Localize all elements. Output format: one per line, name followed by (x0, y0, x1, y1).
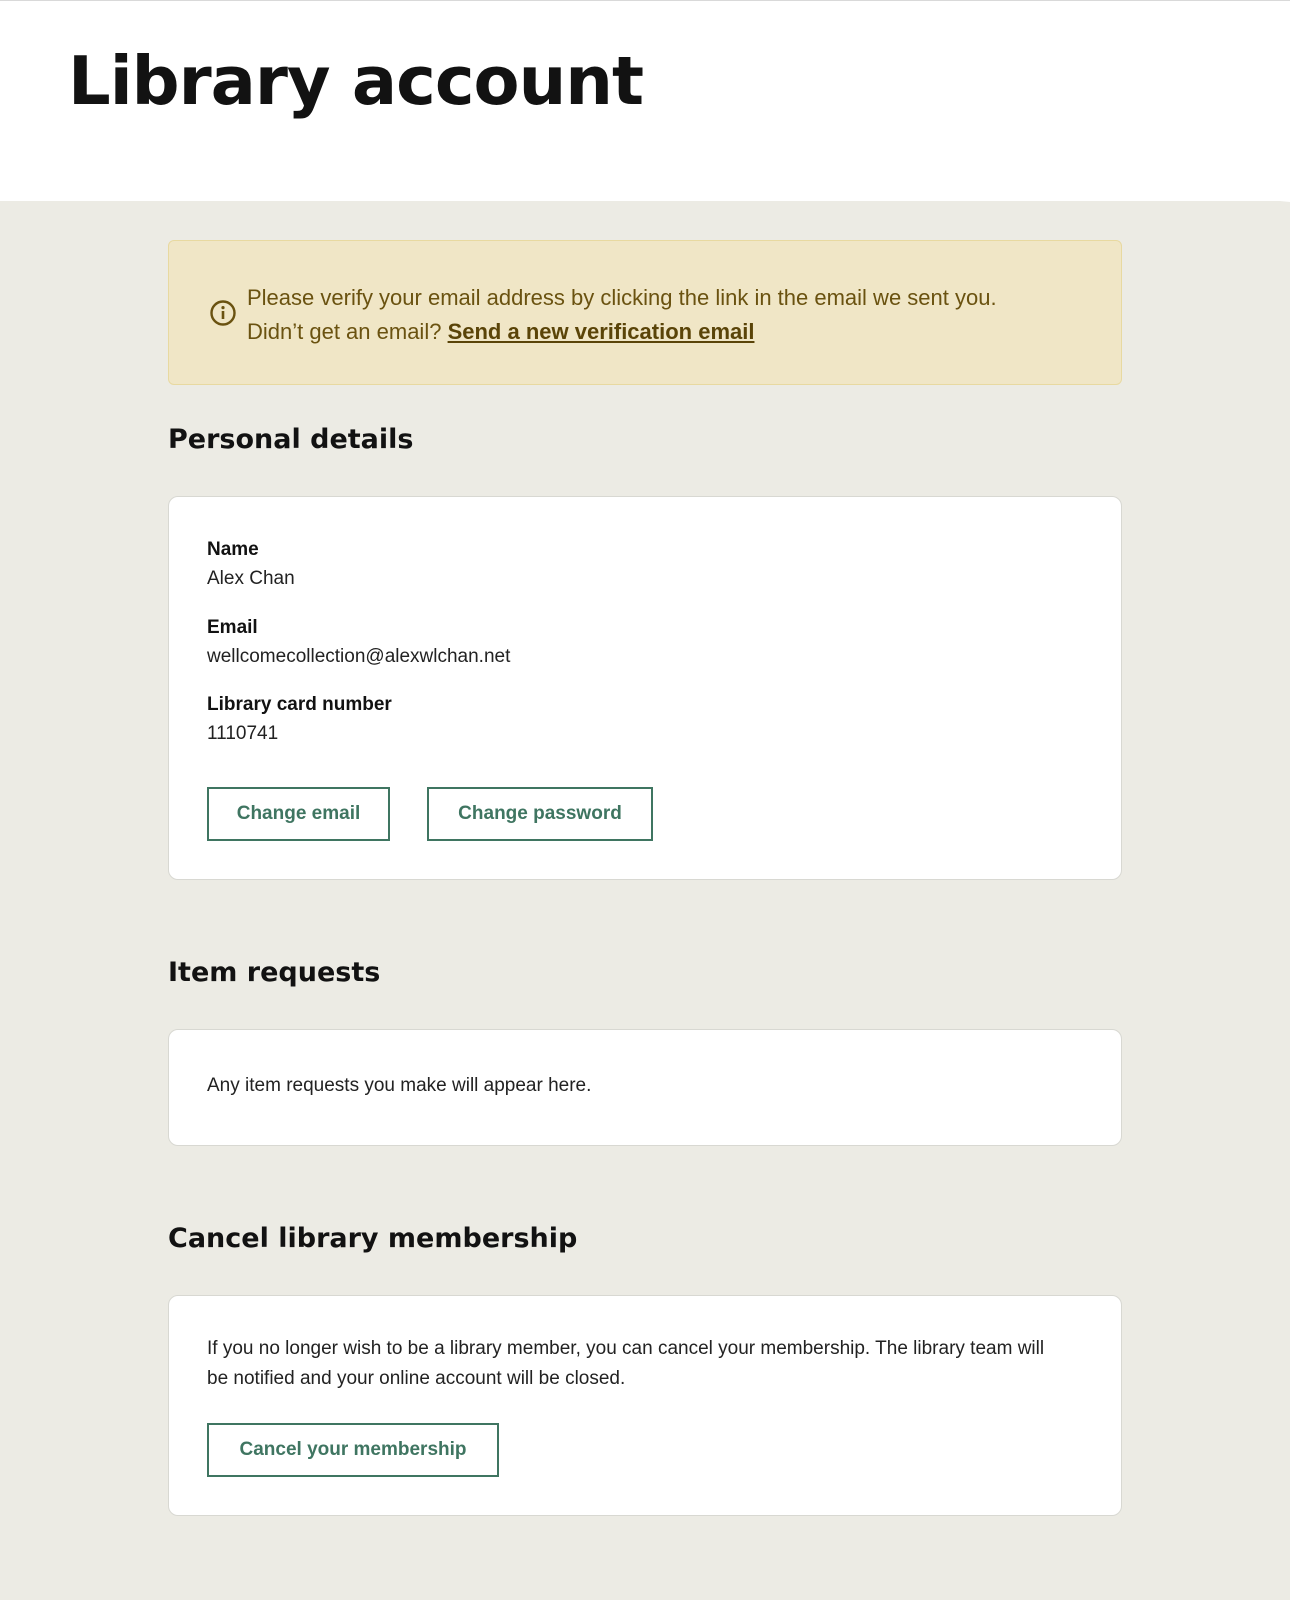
cancel-membership-heading: Cancel library membership (168, 1223, 578, 1254)
header-torn-edge (0, 168, 1290, 202)
notice-line-2: Didn’t get an email? Send a new verifica… (247, 315, 1091, 349)
change-email-button[interactable]: Change email (207, 787, 390, 841)
cancel-membership-button[interactable]: Cancel your membership (207, 1423, 499, 1477)
name-label: Name (207, 539, 259, 560)
notice-line-2-prefix: Didn’t get an email? (247, 319, 442, 344)
personal-details-heading: Personal details (168, 424, 414, 455)
item-requests-card: Any item requests you make will appear h… (168, 1029, 1122, 1146)
library-card-number-value: 1110741 (207, 723, 279, 744)
personal-details-card: Name Alex Chan Email wellcomecollection@… (168, 496, 1122, 880)
email-verification-notice: Please verify your email address by clic… (168, 240, 1122, 385)
email-value: wellcomecollection@alexwlchan.net (207, 646, 511, 667)
page-title: Library account (68, 42, 644, 120)
change-password-button[interactable]: Change password (427, 787, 653, 841)
email-label: Email (207, 617, 258, 638)
library-card-number-label: Library card number (207, 694, 392, 715)
cancel-membership-card: If you no longer wish to be a library me… (168, 1295, 1122, 1516)
send-verification-email-link[interactable]: Send a new verification email (448, 319, 755, 344)
notice-message: Please verify your email address by clic… (247, 281, 1091, 349)
name-value: Alex Chan (207, 568, 295, 589)
info-circle-icon (210, 300, 236, 326)
item-requests-heading: Item requests (168, 957, 381, 988)
notice-line-1: Please verify your email address by clic… (247, 285, 997, 310)
item-requests-empty-message: Any item requests you make will appear h… (207, 1075, 592, 1096)
cancel-membership-description: If you no longer wish to be a library me… (207, 1338, 1045, 1389)
